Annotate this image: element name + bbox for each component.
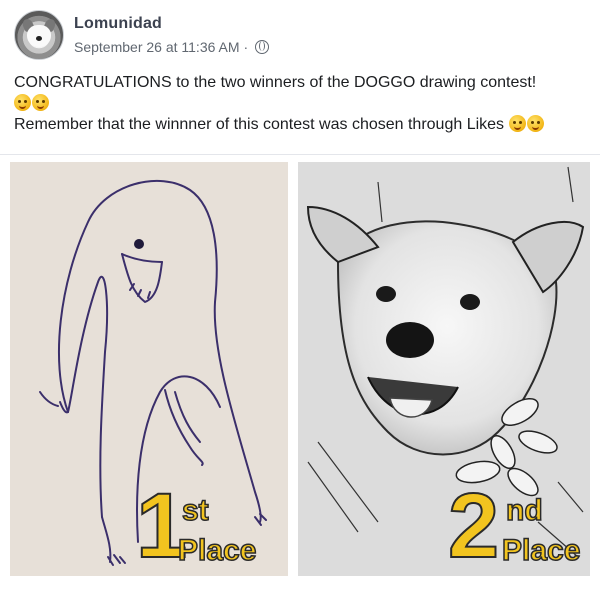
avatar[interactable] <box>14 10 64 60</box>
divider <box>0 154 600 155</box>
grinning-face-with-sweat-emoji-icon <box>32 94 49 111</box>
separator: · <box>243 39 249 55</box>
second-place-label: Place <box>501 534 581 567</box>
globe-icon[interactable] <box>255 40 270 54</box>
page-name[interactable]: Lomunidad <box>74 15 269 33</box>
doodle-nose <box>134 239 144 249</box>
photo-first-place[interactable]: 1 st Place <box>10 162 288 576</box>
post-text: CONGRATULATIONS to the two winners of th… <box>14 72 584 135</box>
grinning-face-with-sweat-emoji-icon <box>14 94 31 111</box>
timestamp-row: September 26 at 11:36 AM · <box>74 39 270 55</box>
post-meta: Lomunidad September 26 at 11:36 AM · <box>74 15 270 55</box>
sketch-dog-drawing <box>298 162 590 576</box>
timestamp[interactable]: September 26 at 11:36 AM <box>74 39 240 55</box>
first-place-label: Place <box>177 534 257 567</box>
avatar-dog-nose <box>36 36 42 41</box>
post-emoji-row <box>14 93 584 114</box>
second-place-number: 2 <box>447 475 500 576</box>
first-place-suffix: st <box>181 494 209 527</box>
grinning-face-with-sweat-emoji-icon <box>526 115 544 132</box>
post-line-2: Remember that the winnner of this contes… <box>14 116 505 133</box>
grinning-face-with-sweat-emoji-icon <box>508 115 526 132</box>
post-line-2-row: Remember that the winnner of this contes… <box>14 114 584 135</box>
post-header: Lomunidad September 26 at 11:36 AM · <box>14 10 270 60</box>
second-place-suffix: nd <box>505 494 543 527</box>
post-line-1: CONGRATULATIONS to the two winners of th… <box>14 74 537 91</box>
photo-second-place[interactable]: 2 nd Place <box>298 162 590 576</box>
